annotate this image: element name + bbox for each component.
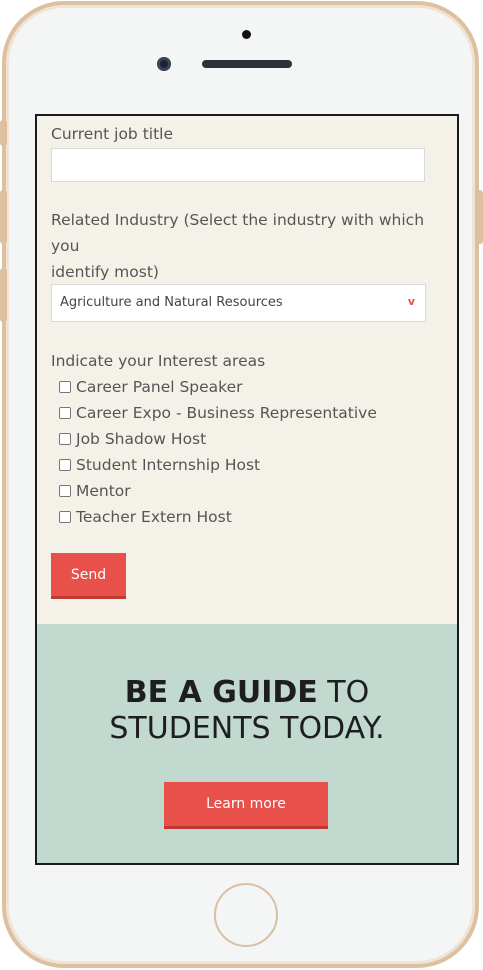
- interest-label: Teacher Extern Host: [76, 508, 232, 526]
- phone-screen: Current job title Related Industry (Sele…: [35, 114, 459, 865]
- interest-label: Student Internship Host: [76, 456, 261, 474]
- send-button[interactable]: Send: [51, 553, 126, 599]
- job-title-label: Current job title: [51, 125, 174, 143]
- home-button[interactable]: [214, 883, 278, 947]
- interest-label: Job Shadow Host: [76, 430, 207, 448]
- guide-banner: BE A GUIDE TO STUDENTS TODAY. Learn more: [37, 624, 457, 863]
- chevron-down-icon: v: [407, 295, 415, 308]
- banner-title-rest: TO: [317, 675, 370, 710]
- phone-frame: Current job title Related Industry (Sele…: [2, 1, 479, 968]
- interest-option[interactable]: Career Panel Speaker: [59, 374, 243, 400]
- volume-up-button: [0, 190, 7, 244]
- interest-option[interactable]: Student Internship Host: [59, 452, 260, 478]
- interest-option[interactable]: Career Expo - Business Representative: [59, 400, 377, 426]
- industry-label-line2: identify most): [51, 263, 159, 281]
- banner-title: BE A GUIDE TO STUDENTS TODAY.: [37, 675, 457, 747]
- power-button: [476, 190, 483, 244]
- banner-title-line1: BE A GUIDE TO: [37, 675, 457, 711]
- industry-selected-value: Agriculture and Natural Resources: [60, 295, 283, 310]
- checkbox-career-panel-speaker[interactable]: [59, 381, 71, 393]
- industry-label: Related Industry (Select the industry wi…: [51, 207, 457, 285]
- learn-more-button[interactable]: Learn more: [164, 782, 328, 829]
- interest-option[interactable]: Mentor: [59, 478, 131, 504]
- banner-title-line2: STUDENTS TODAY.: [109, 711, 385, 746]
- proximity-sensor: [242, 30, 251, 39]
- volunteer-form: Current job title Related Industry (Sele…: [37, 116, 457, 624]
- front-camera-icon: [157, 57, 171, 71]
- interest-label: Career Panel Speaker: [76, 378, 243, 396]
- interests-label: Indicate your Interest areas: [51, 352, 266, 370]
- mute-switch: [0, 120, 7, 146]
- banner-title-bold: BE A GUIDE: [124, 675, 318, 710]
- job-title-input[interactable]: [51, 148, 425, 182]
- interest-label: Mentor: [76, 482, 131, 500]
- checkbox-career-expo[interactable]: [59, 407, 71, 419]
- interest-option[interactable]: Teacher Extern Host: [59, 504, 232, 530]
- checkbox-mentor[interactable]: [59, 485, 71, 497]
- volume-down-button: [0, 268, 7, 322]
- industry-select[interactable]: Agriculture and Natural Resources v: [51, 284, 426, 322]
- interest-option[interactable]: Job Shadow Host: [59, 426, 206, 452]
- earpiece-speaker: [202, 60, 292, 68]
- interest-label: Career Expo - Business Representative: [76, 404, 377, 422]
- checkbox-teacher-extern-host[interactable]: [59, 511, 71, 523]
- checkbox-student-internship-host[interactable]: [59, 459, 71, 471]
- checkbox-job-shadow-host[interactable]: [59, 433, 71, 445]
- industry-label-line1: Related Industry (Select the industry wi…: [51, 211, 425, 255]
